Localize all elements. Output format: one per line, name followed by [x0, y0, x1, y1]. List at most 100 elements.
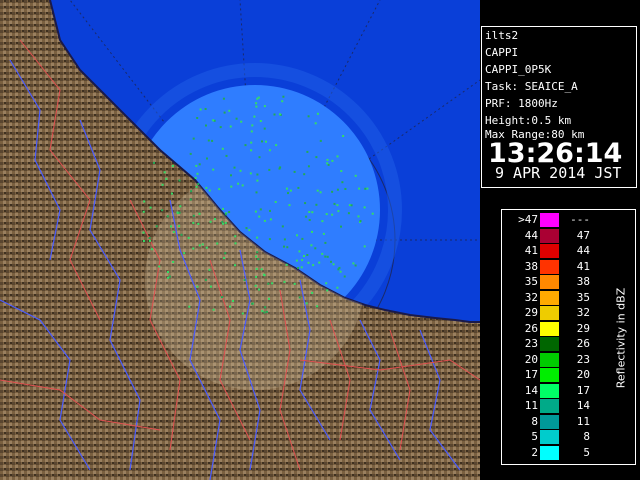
echo-pixel — [171, 192, 173, 195]
legend-low-value: 2 — [531, 445, 538, 459]
legend-low-value: >47 — [518, 213, 538, 226]
echo-pixel — [288, 204, 291, 207]
echo-pixel — [256, 97, 259, 100]
echo-pixel — [212, 168, 215, 171]
echo-pixel — [300, 266, 303, 269]
echo-pixel — [308, 211, 311, 213]
echo-pixel — [306, 150, 309, 153]
echo-pixel — [243, 279, 246, 282]
echo-pixel — [269, 218, 272, 221]
echo-pixel — [179, 205, 182, 208]
echo-pixel — [255, 105, 258, 108]
echo-pixel — [285, 263, 288, 266]
echo-pixel — [178, 225, 181, 228]
legend-high-value: 20 — [576, 368, 590, 381]
legend-high-value: 35 — [576, 290, 590, 304]
echo-pixel — [199, 108, 202, 111]
echo-pixel — [206, 157, 208, 160]
echo-pixel — [301, 237, 304, 240]
echo-pixel — [198, 212, 201, 215]
echo-pixel — [273, 113, 276, 116]
echo-pixel — [297, 186, 300, 189]
echo-pixel — [293, 170, 296, 173]
echo-pixel — [189, 198, 192, 201]
echo-pixel — [275, 144, 278, 147]
echo-pixel — [319, 139, 322, 142]
legend-color-swatch — [540, 228, 559, 243]
echo-pixel — [149, 206, 152, 209]
echo-pixel — [255, 255, 258, 258]
echo-pixel — [172, 261, 175, 263]
echo-pixel — [237, 182, 240, 185]
legend-color-swatch — [540, 306, 559, 320]
echo-pixel — [143, 200, 146, 203]
echo-pixel — [258, 215, 261, 218]
echo-pixel — [316, 189, 319, 192]
legend-color-swatch — [540, 445, 559, 460]
echo-pixel — [281, 225, 284, 228]
echo-pixel — [267, 282, 270, 285]
echo-pixel — [253, 115, 256, 118]
echo-pixel — [223, 257, 226, 259]
echo-pixel — [256, 179, 259, 182]
echo-pixel — [314, 122, 317, 125]
echo-pixel — [221, 296, 223, 299]
echo-pixel — [207, 139, 210, 142]
legend-row: 25 — [502, 445, 635, 461]
echo-pixel — [234, 242, 237, 245]
legend-row: >47 --- — [502, 212, 635, 228]
echo-pixel — [319, 191, 322, 194]
echo-pixel — [180, 233, 183, 236]
legend-color-swatch — [540, 414, 559, 429]
echo-pixel — [297, 267, 300, 269]
legend-row: 8 11 — [502, 414, 635, 430]
echo-pixel — [222, 222, 225, 225]
echo-pixel — [304, 202, 307, 205]
echo-pixel — [311, 291, 314, 294]
echo-pixel — [155, 225, 158, 228]
echo-pixel — [212, 119, 215, 122]
legend-low-value: 17 — [524, 368, 538, 381]
echo-pixel — [261, 140, 263, 143]
echo-pixel — [324, 255, 327, 258]
legend-high-value: 32 — [576, 306, 590, 319]
legend-high-value: 38 — [576, 275, 590, 288]
echo-pixel — [142, 210, 145, 213]
echo-pixel — [337, 268, 340, 271]
echo-pixel — [235, 117, 238, 120]
echo-pixel — [279, 113, 281, 116]
echo-pixel — [295, 259, 298, 262]
legend-color-swatch — [540, 244, 559, 258]
echo-pixel — [211, 139, 214, 142]
echo-pixel — [324, 241, 327, 244]
legend-row: 58 — [502, 429, 635, 445]
echo-pixel — [268, 238, 271, 241]
echo-pixel — [239, 169, 242, 172]
legend-low-value: 26 — [524, 321, 538, 335]
echo-pixel — [170, 225, 172, 228]
echo-pixel — [254, 210, 257, 213]
echo-pixel — [296, 234, 298, 237]
legend-high-value: 23 — [576, 352, 590, 366]
echo-pixel — [172, 231, 175, 233]
echo-pixel — [192, 221, 195, 224]
echo-pixel — [205, 124, 207, 127]
echo-pixel — [293, 282, 296, 285]
legend-color-swatch — [540, 275, 559, 289]
echo-pixel — [339, 270, 342, 273]
echo-pixel — [201, 243, 204, 246]
echo-pixel — [363, 206, 366, 209]
echo-pixel — [268, 149, 271, 152]
echo-pixel — [332, 263, 335, 266]
echo-pixel — [279, 166, 282, 169]
legend-high-value: 8 — [583, 430, 590, 443]
legend-high-value: 47 — [576, 228, 590, 242]
echo-pixel — [308, 219, 311, 221]
echo-pixel — [161, 183, 164, 186]
echo-pixel — [258, 288, 260, 291]
echo-pixel — [229, 305, 231, 308]
echo-pixel — [168, 275, 171, 278]
echo-pixel — [285, 187, 288, 190]
echo-pixel — [282, 95, 285, 98]
legend-row: 11 14 — [502, 398, 635, 414]
